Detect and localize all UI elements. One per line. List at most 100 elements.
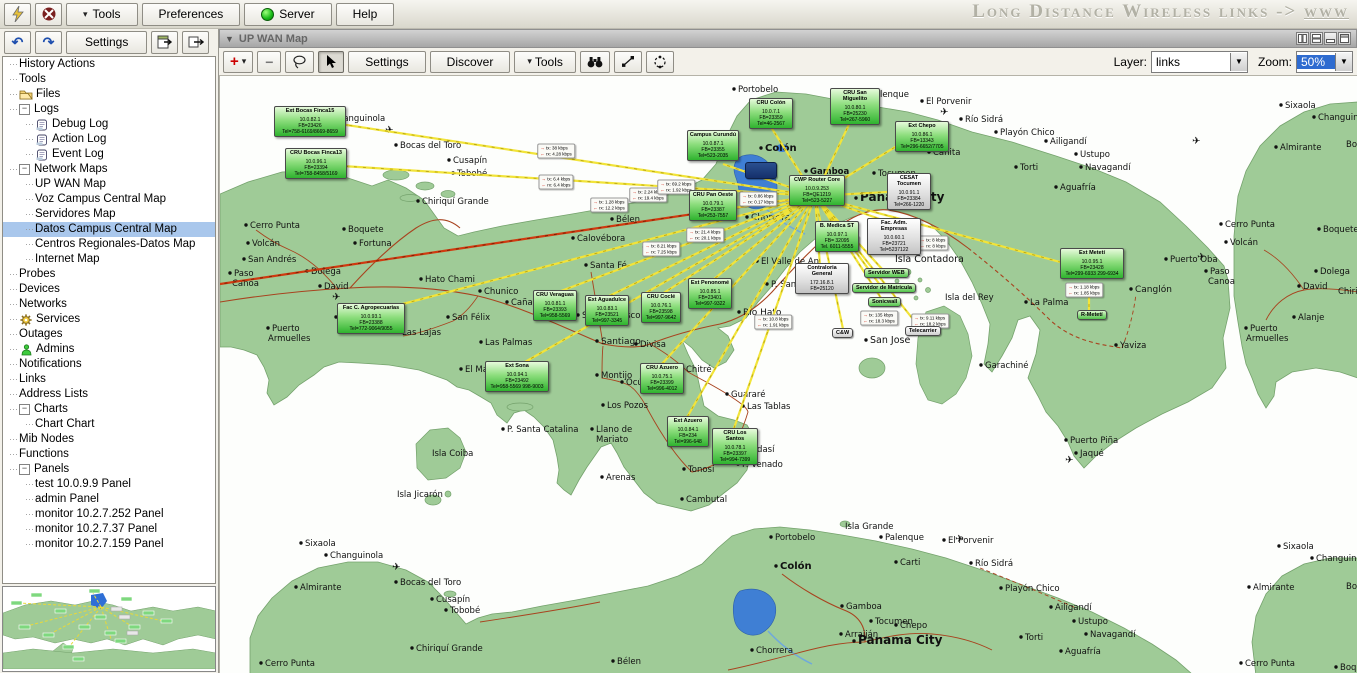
export-window-button[interactable] — [151, 31, 178, 54]
device-node-ext-metet-[interactable]: Ext Metetí10.0.95.1FB=23428Tel=299-6933 … — [1060, 248, 1124, 279]
sidebar-item-links[interactable]: ···Links — [3, 372, 215, 387]
map-settings-button[interactable]: Settings — [348, 51, 425, 73]
sidebar-item-event-log[interactable]: ···Event Log — [3, 147, 215, 162]
pointer-tool-button[interactable] — [318, 51, 344, 73]
server-button[interactable]: Server — [244, 3, 331, 26]
flash-button[interactable] — [4, 3, 31, 26]
sidebar-item-up-wan-map[interactable]: ···UP WAN Map — [3, 177, 215, 192]
sidebar-item-charts[interactable]: ···−Charts — [3, 402, 215, 417]
tree-expander-icon[interactable]: − — [19, 164, 30, 175]
overview-minimap[interactable] — [2, 586, 216, 672]
discover-button[interactable]: Discover — [430, 51, 511, 73]
sidebar-item-admin-panel[interactable]: ···admin Panel — [3, 492, 215, 507]
window-tile-vertical-button[interactable] — [1296, 32, 1309, 45]
layer-select[interactable]: links ▼ — [1151, 51, 1248, 73]
sidebar-item-address-lists[interactable]: ···Address Lists — [3, 387, 215, 402]
sidebar-item-monitor-10-2-7-37-panel[interactable]: ···monitor 10.2.7.37 Panel — [3, 522, 215, 537]
tree-expander-icon[interactable]: − — [19, 464, 30, 475]
device-node-ext-aguadulce[interactable]: Ext Aguadulce10.0.83.1FB=23521Tel=997-33… — [585, 295, 629, 326]
window-minimize-button[interactable] — [1324, 32, 1337, 45]
device-node-campus-curund-[interactable]: Campus Curundú10.0.87.1FB=23355Tel=523-2… — [687, 130, 739, 161]
device-node-telecarrier[interactable]: Telecarrier — [905, 326, 941, 336]
add-element-button[interactable]: + ▾ — [223, 51, 253, 73]
device-node-cru-los-santos[interactable]: CRU Los Santos10.0.78.1FB=23397Tel=994-7… — [712, 428, 758, 465]
sidebar-item-monitor-10-2-7-252-panel[interactable]: ···monitor 10.2.7.252 Panel — [3, 507, 215, 522]
redo-button[interactable]: ↷ — [35, 31, 62, 54]
sidebar-item-test-10-0-9-9-panel[interactable]: ···test 10.0.9.9 Panel — [3, 477, 215, 492]
sidebar-item-chart-chart[interactable]: ···Chart Chart — [3, 417, 215, 432]
sidebar-item-logs[interactable]: ···−Logs — [3, 102, 215, 117]
find-button[interactable] — [580, 51, 610, 73]
device-node-cru-cocl-[interactable]: CRU Coclé10.0.76.1FB=23598Tel=997-9642 — [641, 292, 681, 323]
unreadable-dark-chip[interactable] — [745, 162, 777, 179]
device-node-cru-pan-oeste[interactable]: CRU Pan Oeste10.0.79.1FB=23387Tel=253-75… — [689, 190, 737, 221]
network-map-canvas[interactable]: ChanguinolaBocas del ToroCusapínTobobéCh… — [219, 76, 1357, 673]
link-tool-button[interactable] — [614, 51, 642, 73]
device-node-cru-san-miguelito[interactable]: CRU San Miguelito10.0.80.1FB=25230Tel=26… — [830, 88, 880, 125]
dropdown-arrow-icon[interactable]: ▼ — [1230, 53, 1247, 71]
sidebar-item-tools[interactable]: ···Tools — [3, 72, 215, 87]
device-node-ext-azuero[interactable]: Ext Azuero10.0.84.1FB=234Tel=996-648 — [667, 416, 709, 447]
sidebar-item-mib-nodes[interactable]: ···Mib Nodes — [3, 432, 215, 447]
map-tools-menu-button[interactable]: ▾ Tools — [514, 51, 576, 73]
device-node-contraloria-general[interactable]: Contraloria General172.16.8.1FB=25120 — [795, 263, 849, 294]
sidebar-item-functions[interactable]: ···Functions — [3, 447, 215, 462]
sidebar-item-debug-log[interactable]: ···Debug Log — [3, 117, 215, 132]
sidebar-item-outages[interactable]: ···Outages — [3, 327, 215, 342]
device-node-c-w[interactable]: C&W — [832, 328, 853, 338]
device-node-cesat-tocumen[interactable]: CESAT Tocumen10.0.91.1FB=23384Tel=266-12… — [887, 173, 931, 210]
device-node-ext-chepo[interactable]: Ext Chepo10.0.86.1FB=13343Tel=296-6652/7… — [895, 121, 949, 152]
remove-element-button[interactable]: − — [257, 51, 281, 73]
device-node-ext-bocas-finca15[interactable]: Ext Bocas Finca1510.0.82.1FB=23426Tel=75… — [274, 106, 346, 137]
town-label: Almirante — [1280, 143, 1321, 153]
dropdown-arrow-icon[interactable]: ▼ — [1335, 53, 1352, 71]
device-node-r-metet-[interactable]: R-Metetí — [1077, 310, 1107, 320]
map-tab-header[interactable]: ▼ UP WAN Map — [219, 29, 1357, 48]
sidebar-item-voz-campus-central-map[interactable]: ···Voz Campus Central Map — [3, 192, 215, 207]
import-window-button[interactable] — [182, 31, 209, 54]
settings-button[interactable]: Settings — [66, 31, 147, 54]
device-node-servidor-de-matricula[interactable]: Servidor de Matricula — [852, 283, 916, 293]
device-node-cru-azuero[interactable]: CRU Azuero10.0.75.1FB=23399Tel=996-4012 — [640, 363, 684, 394]
sidebar-item-probes[interactable]: ···Probes — [3, 267, 215, 282]
preferences-button[interactable]: Preferences — [142, 3, 241, 26]
sidebar-item-admins[interactable]: ···Admins — [3, 342, 215, 357]
zoom-select[interactable]: 50% ▼ — [1296, 51, 1353, 73]
sidebar-item-files[interactable]: ···Files — [3, 87, 215, 102]
device-node-fac-adm-empresas[interactable]: Fac. Adm. Empresas10.0.60.1FB=23721Tel=5… — [867, 218, 921, 255]
sidebar-item-services[interactable]: ···Services — [3, 312, 215, 327]
device-node-cru-veraguas[interactable]: CRU Veraguas10.0.81.1FB=23393Tel=958-556… — [533, 290, 577, 321]
tree-expander-icon[interactable]: − — [19, 104, 30, 115]
sidebar-item-centros-regionales-datos-map[interactable]: ···Centros Regionales-Datos Map — [3, 237, 215, 252]
device-node-cru-bocas-finca13[interactable]: CRU Bocas Finca1310.0.96.1FB=23394Tel=75… — [285, 148, 347, 179]
sidebar-item-monitor-10-2-7-159-panel[interactable]: ···monitor 10.2.7.159 Panel — [3, 537, 215, 552]
lasso-select-button[interactable] — [285, 51, 314, 73]
device-node-ext-sona[interactable]: Ext Sona10.0.94.1FB=23492Tel=958-5569 99… — [485, 361, 549, 392]
sidebar-item-datos-campus-central-map[interactable]: ···Datos Campus Central Map — [3, 222, 215, 237]
window-tile-horizontal-button[interactable] — [1310, 32, 1323, 45]
device-node-servidor-web[interactable]: Servidor WEB — [864, 268, 909, 278]
device-node-ext-penonom-[interactable]: Ext Penonomé10.0.85.1FB=23401Tel=997-932… — [688, 278, 732, 309]
ring-layout-button[interactable] — [646, 51, 674, 73]
sidebar-item-servidores-map[interactable]: ···Servidores Map — [3, 207, 215, 222]
device-node-sonicwall[interactable]: Sonicwall — [868, 297, 901, 307]
undo-button[interactable]: ↶ — [4, 31, 31, 54]
window-restore-button[interactable] — [1338, 32, 1351, 45]
sidebar-item-notifications[interactable]: ···Notifications — [3, 357, 215, 372]
sidebar-item-panels[interactable]: ···−Panels — [3, 462, 215, 477]
tree-expander-icon[interactable]: − — [19, 404, 30, 415]
banner-link[interactable]: www — [1304, 1, 1349, 22]
device-node-fac-c-agropecuarias[interactable]: Fac C. Agropecuarias10.0.93.1FB=23388Tel… — [337, 303, 405, 334]
tools-menu-button[interactable]: ▾ Tools — [66, 3, 138, 26]
device-node-cwp-router-core[interactable]: CWP Router Core10.0.9.253FB=QE1219Tel=52… — [789, 175, 845, 206]
sidebar-item-devices[interactable]: ···Devices — [3, 282, 215, 297]
device-node-cru-col-n[interactable]: CRU Colón10.0.7.1FB=23359Tel=46-2567 — [749, 98, 793, 129]
disconnect-button[interactable] — [35, 3, 62, 26]
sidebar-item-networks[interactable]: ···Networks — [3, 297, 215, 312]
sidebar-item-network-maps[interactable]: ···−Network Maps — [3, 162, 215, 177]
sidebar-item-internet-map[interactable]: ···Internet Map — [3, 252, 215, 267]
help-button[interactable]: Help — [336, 3, 395, 26]
device-node-b-medica-st[interactable]: B. Medica ST10.0.97.1FB= 32095Tel. 6011-… — [815, 221, 859, 252]
sidebar-item-history-actions[interactable]: ···History Actions — [3, 57, 215, 72]
sidebar-item-action-log[interactable]: ···Action Log — [3, 132, 215, 147]
